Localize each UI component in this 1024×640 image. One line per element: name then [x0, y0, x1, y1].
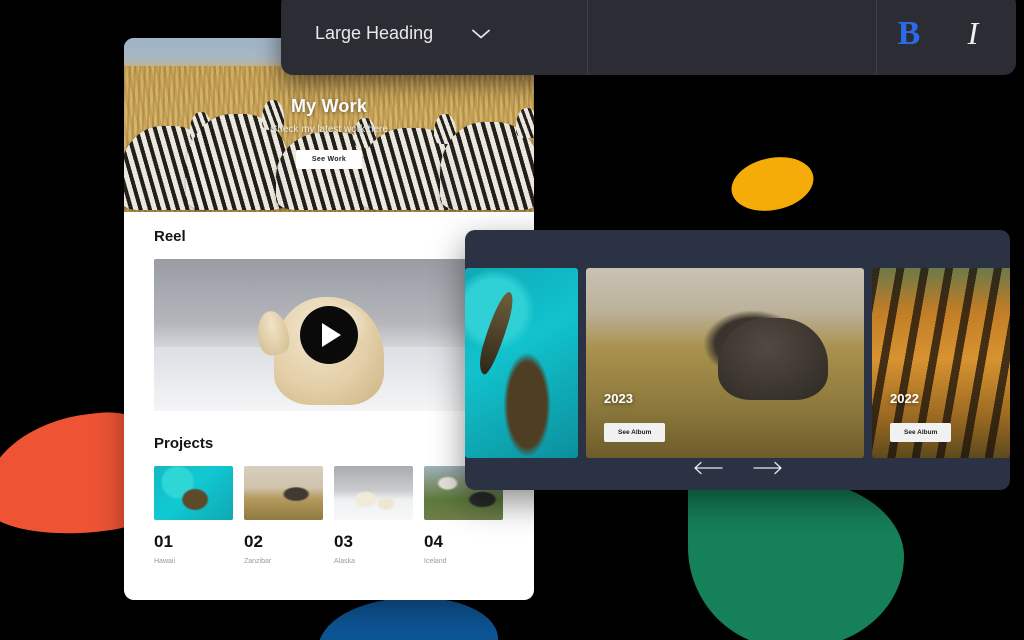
project-item[interactable]: 01 Hawaii [154, 466, 233, 565]
project-thumbnail-polar-bears [334, 466, 413, 520]
project-item[interactable]: 02 Zanzibar [244, 466, 323, 565]
gallery-tile-tiger[interactable]: 2022 See Album [872, 268, 1010, 458]
gallery-year-label: 2022 [890, 391, 919, 406]
arrow-left-icon[interactable] [691, 458, 725, 478]
project-item[interactable]: 03 Alaska [334, 466, 413, 565]
decorative-blob-green [688, 478, 904, 640]
arrow-right-icon[interactable] [751, 458, 785, 478]
project-number: 01 [154, 532, 173, 551]
gallery-year-label: 2023 [604, 391, 633, 406]
decorative-blob-blue [318, 598, 498, 640]
align-justify-button[interactable] [801, 0, 870, 75]
align-right-icon [752, 25, 782, 43]
bold-button[interactable]: B [877, 0, 941, 75]
align-center-button[interactable] [663, 0, 732, 75]
play-triangle [322, 323, 341, 347]
project-number: 03 [334, 532, 353, 551]
heading-style-select[interactable]: Large Heading [281, 0, 587, 75]
gallery-tile-sea-turtle[interactable] [465, 268, 578, 458]
italic-icon: I [967, 15, 979, 51]
chevron-down-icon [471, 28, 491, 40]
project-caption: Alaska [334, 558, 356, 565]
text-style-button-group: B I [877, 0, 1005, 75]
gallery-carousel-card: 2023 See Album 2022 See Album [465, 230, 1010, 490]
gallery-navigation [465, 458, 1010, 478]
canvas: My Work Check my latest work here See Wo… [0, 0, 1024, 640]
project-number: 02 [244, 532, 263, 551]
project-thumbnail-sea-turtle [154, 466, 233, 520]
gallery-strip: 2023 See Album 2022 See Album [465, 268, 1010, 458]
projects-grid: 01 Hawaii 02 Zanzibar 03 Alaska 04 Icela… [154, 466, 504, 565]
italic-button[interactable]: I [941, 0, 1005, 75]
project-thumbnail-elephant [244, 466, 323, 520]
align-left-button[interactable] [594, 0, 663, 75]
see-album-button[interactable]: See Album [604, 423, 666, 442]
play-icon[interactable] [300, 306, 358, 364]
see-album-button[interactable]: See Album [890, 423, 952, 442]
align-center-icon [683, 25, 713, 43]
turtle-fin [475, 289, 517, 377]
project-caption: Zanzibar [244, 558, 272, 565]
hero-title: My Work [290, 96, 368, 116]
heading-style-value: Large Heading [315, 23, 434, 43]
project-caption: Iceland [424, 558, 447, 565]
project-number: 04 [424, 532, 443, 551]
formatting-toolbar: Large Heading B I [281, 0, 1016, 75]
project-caption: Hawaii [154, 558, 176, 565]
reel-video-player[interactable] [154, 259, 504, 411]
reel-section-title: Reel [154, 228, 186, 245]
alignment-button-group [588, 0, 876, 75]
bold-icon: B [897, 14, 921, 52]
align-right-button[interactable] [732, 0, 801, 75]
decorative-blob-yellow [726, 149, 819, 219]
hero-subtitle: Check my latest work here [270, 124, 388, 135]
elephant-body [718, 318, 828, 400]
gallery-tile-elephant[interactable]: 2023 See Album [586, 268, 864, 458]
see-work-button[interactable]: See Work [295, 150, 363, 169]
projects-section-title: Projects [154, 435, 214, 452]
